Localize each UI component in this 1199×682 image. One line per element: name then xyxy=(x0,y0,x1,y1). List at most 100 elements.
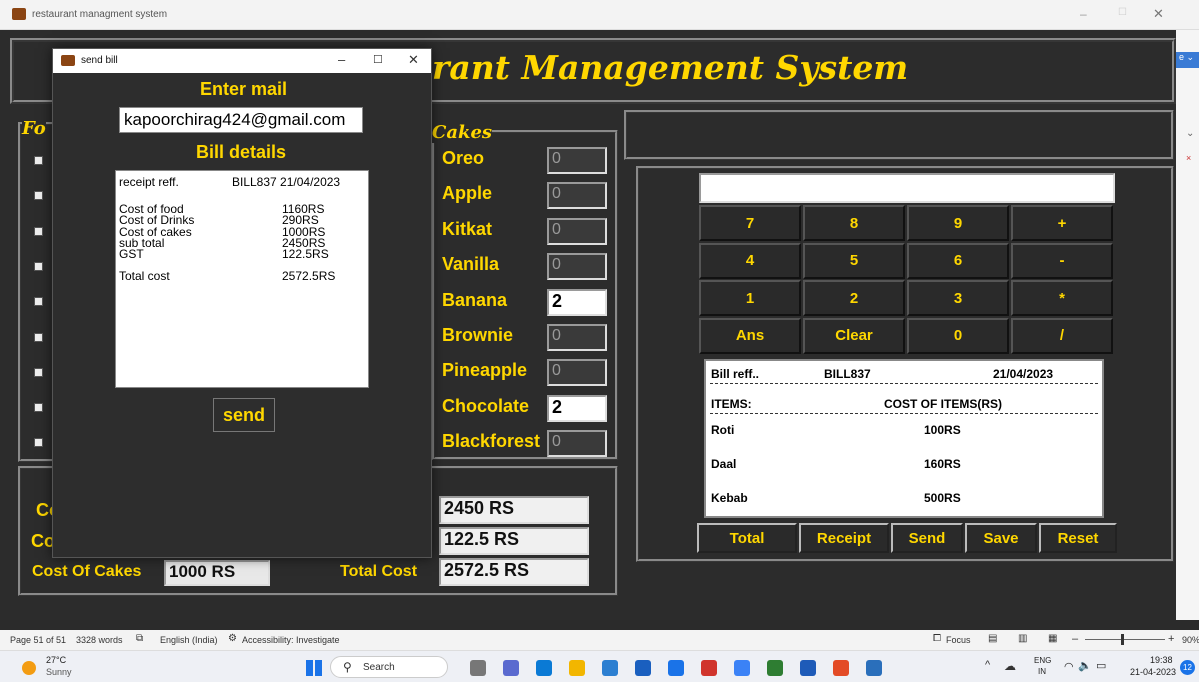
windows-start-icon[interactable] xyxy=(306,660,322,676)
battery-icon[interactable]: ▭ xyxy=(1096,659,1106,672)
close-icon[interactable]: ✕ xyxy=(1153,6,1164,22)
total-button[interactable]: Total xyxy=(697,523,797,553)
lang-bottom[interactable]: IN xyxy=(1038,667,1046,676)
volume-icon[interactable]: 🔈 xyxy=(1078,659,1092,672)
cake-qty-oreo[interactable]: 0 xyxy=(547,147,607,174)
cake-qty-kitkat[interactable]: 0 xyxy=(547,217,607,245)
cake-qty-blackforest[interactable]: 0 xyxy=(547,430,607,458)
send-button[interactable]: send xyxy=(213,398,275,432)
linkedin-icon[interactable] xyxy=(635,660,651,676)
web-layout-icon[interactable]: ▦ xyxy=(1048,633,1057,644)
food-checkbox[interactable] xyxy=(34,191,43,200)
cost-cakes-field[interactable]: 1000 RS xyxy=(164,560,270,586)
notification-badge[interactable]: 12 xyxy=(1180,660,1195,675)
teams-icon[interactable] xyxy=(734,660,750,676)
cortana-icon[interactable] xyxy=(668,660,684,676)
edge-icon[interactable] xyxy=(536,660,552,676)
calc-key[interactable]: + xyxy=(1011,205,1113,241)
cake-qty-apple[interactable]: 0 xyxy=(547,182,607,210)
cake-qty-banana[interactable]: 2 xyxy=(547,288,607,316)
food-checkbox[interactable] xyxy=(34,368,43,377)
gst-field[interactable]: 122.5 RS xyxy=(439,527,589,555)
food-checkbox[interactable] xyxy=(34,333,43,342)
food-checkbox[interactable] xyxy=(34,438,43,447)
cake-qty-chocolate[interactable]: 2 xyxy=(547,394,607,422)
reset-button[interactable]: Reset xyxy=(1039,523,1117,553)
email-input[interactable]: kapoorchirag424@gmail.com xyxy=(119,107,363,133)
zoom-in-icon[interactable]: + xyxy=(1168,633,1174,645)
status-words[interactable]: 3328 words xyxy=(76,635,123,645)
hippo-app-icon[interactable] xyxy=(470,660,486,676)
cake-qty-brownie[interactable]: 0 xyxy=(547,324,607,351)
cakes-frame-label: Cakes xyxy=(432,122,493,143)
receipt-date: 21/04/2023 xyxy=(993,367,1054,381)
status-language[interactable]: English (India) xyxy=(160,635,218,645)
zoom-out-icon[interactable]: – xyxy=(1072,633,1078,645)
cake-qty-pineapple[interactable]: 0 xyxy=(547,359,607,387)
calc-key[interactable]: 7 xyxy=(699,205,801,241)
save-button[interactable]: Save xyxy=(965,523,1037,553)
calc-key[interactable]: 0 xyxy=(907,317,1009,354)
lang-top[interactable]: ENG xyxy=(1034,656,1051,665)
maximize-icon[interactable]: ☐ xyxy=(1118,7,1127,18)
calc-key[interactable]: Clear xyxy=(803,317,905,354)
calculator-display[interactable] xyxy=(699,173,1115,203)
proofing-icon[interactable]: ⧉ xyxy=(136,633,143,644)
accessibility-icon[interactable]: ⚙ xyxy=(228,633,237,644)
subtotal-field[interactable]: 2450 RS xyxy=(439,496,589,524)
receipt-item-name: Kebab xyxy=(711,491,748,505)
zoom-level[interactable]: 90% xyxy=(1182,635,1199,645)
chrome-icon[interactable] xyxy=(833,660,849,676)
pycharm-icon[interactable] xyxy=(767,660,783,676)
total-cost-field[interactable]: 2572.5 RS xyxy=(439,558,589,586)
calc-key[interactable]: 4 xyxy=(699,242,801,279)
tray-app-icon[interactable]: ☁ xyxy=(1004,659,1016,673)
receipt-button[interactable]: Receipt xyxy=(799,523,889,553)
focus-icon[interactable]: ⧠ xyxy=(933,633,941,644)
clock-date[interactable]: 21-04-2023 xyxy=(1130,667,1176,677)
tray-chevron-icon[interactable]: ^ xyxy=(985,659,990,671)
food-checkbox[interactable] xyxy=(34,403,43,412)
weather-desc[interactable]: Sunny xyxy=(46,667,72,677)
cast-icon[interactable] xyxy=(701,660,717,676)
calc-key[interactable]: 2 xyxy=(803,280,905,316)
zoom-slider[interactable] xyxy=(1085,639,1165,640)
calc-key[interactable]: - xyxy=(1011,242,1113,279)
calc-key[interactable]: 1 xyxy=(699,280,801,316)
calc-key[interactable]: 3 xyxy=(907,280,1009,316)
food-checkbox[interactable] xyxy=(34,227,43,236)
print-layout-icon[interactable]: ▥ xyxy=(1018,633,1027,644)
chat-icon[interactable] xyxy=(503,660,519,676)
word-icon[interactable] xyxy=(800,660,816,676)
minimize-icon[interactable]: – xyxy=(1080,7,1087,21)
dialog-maximize-icon[interactable]: ☐ xyxy=(373,53,383,66)
folder-icon[interactable] xyxy=(569,660,585,676)
calc-key[interactable]: 5 xyxy=(803,242,905,279)
calc-key[interactable]: 8 xyxy=(803,205,905,241)
status-focus[interactable]: Focus xyxy=(946,635,971,645)
cake-qty-vanilla[interactable]: 0 xyxy=(547,253,607,281)
dialog-close-icon[interactable]: ✕ xyxy=(408,52,419,68)
python-icon[interactable] xyxy=(866,660,882,676)
food-checkbox[interactable] xyxy=(34,297,43,306)
food-checkbox[interactable] xyxy=(34,156,43,165)
weather-temp[interactable]: 27°C xyxy=(46,655,66,665)
dialog-minimize-icon[interactable]: – xyxy=(338,52,345,67)
food-checkbox[interactable] xyxy=(34,262,43,271)
send-button[interactable]: Send xyxy=(891,523,963,553)
status-accessibility[interactable]: Accessibility: Investigate xyxy=(242,635,340,645)
taskbar-search[interactable]: ⚲ Search xyxy=(330,656,448,678)
calc-key[interactable]: Ans xyxy=(699,317,801,354)
wifi-icon[interactable]: ◠ xyxy=(1064,660,1074,673)
calc-key[interactable]: 9 xyxy=(907,205,1009,241)
bill-details-label: Bill details xyxy=(196,142,287,162)
store-icon[interactable] xyxy=(602,660,618,676)
status-page[interactable]: Page 51 of 51 xyxy=(10,635,66,645)
clock-time[interactable]: 19:38 xyxy=(1150,655,1173,665)
read-mode-icon[interactable]: ▤ xyxy=(988,633,997,644)
zoom-slider-thumb[interactable] xyxy=(1121,634,1124,645)
calc-key[interactable]: * xyxy=(1011,280,1113,316)
calc-key[interactable]: / xyxy=(1011,317,1113,354)
weather-icon[interactable] xyxy=(22,661,36,675)
calc-key[interactable]: 6 xyxy=(907,242,1009,279)
